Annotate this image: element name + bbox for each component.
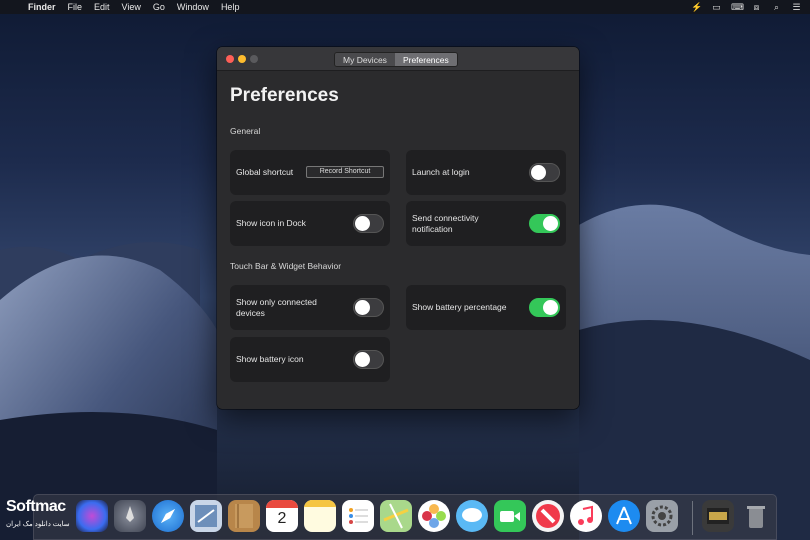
flower-glyph xyxy=(422,504,446,528)
record-shortcut-button[interactable]: Record Shortcut xyxy=(306,166,384,178)
menu-list-icon[interactable]: ☰ xyxy=(791,2,802,12)
title-bar: My Devices Preferences xyxy=(217,47,579,71)
bubble-glyph xyxy=(462,508,482,522)
tab-switcher: My Devices Preferences xyxy=(334,52,458,67)
global-shortcut-label: Global shortcut xyxy=(236,167,294,177)
menu-app-name[interactable]: Finder xyxy=(28,2,56,12)
trash-icon[interactable] xyxy=(740,500,772,532)
menu-file[interactable]: File xyxy=(68,2,83,12)
gear-glyph xyxy=(651,505,673,527)
send-notification-label: Send connectivity notification xyxy=(412,212,479,234)
menu-window[interactable]: Window xyxy=(177,2,209,12)
maps-icon[interactable] xyxy=(380,500,412,532)
app-store-icon[interactable] xyxy=(608,500,640,532)
notes-header xyxy=(304,500,336,507)
watermark-tagline: سایت دانلود مک ایران xyxy=(6,521,70,528)
facetime-icon[interactable] xyxy=(494,500,526,532)
toggle-knob xyxy=(355,216,370,231)
system-preferences-icon[interactable] xyxy=(646,500,678,532)
menu-bar: Finder File Edit View Go Window Help ⚡ ▭… xyxy=(0,0,810,14)
a-glyph xyxy=(616,506,632,525)
zoom-button[interactable] xyxy=(250,55,258,63)
card-show-battery-pct: Show battery percentage xyxy=(406,285,566,330)
launchpad-icon[interactable] xyxy=(114,500,146,532)
menu-edit[interactable]: Edit xyxy=(94,2,110,12)
photos-icon[interactable] xyxy=(418,500,450,532)
show-battery-icon-toggle[interactable] xyxy=(353,350,384,369)
reminders-icon[interactable] xyxy=(342,500,374,532)
menu-view[interactable]: View xyxy=(122,2,141,12)
display-icon[interactable]: ▭ xyxy=(711,2,722,12)
stamp-glyph xyxy=(195,505,217,527)
show-icon-dock-toggle[interactable] xyxy=(353,214,384,233)
airplay-icon[interactable]: ⧈ xyxy=(751,2,762,12)
card-show-icon-dock: Show icon in Dock xyxy=(230,201,390,246)
search-icon[interactable]: ⌕ xyxy=(771,2,782,12)
music-icon[interactable] xyxy=(570,500,602,532)
dock-separator xyxy=(692,501,693,535)
note-glyph xyxy=(578,505,593,525)
downloads-stack-icon[interactable] xyxy=(702,500,734,532)
show-connected-label: Show only connected devices xyxy=(236,296,317,318)
menu-help[interactable]: Help xyxy=(221,2,240,12)
page-title: Preferences xyxy=(230,85,339,106)
calendar-header xyxy=(266,500,298,508)
watermark-brand: Softmac xyxy=(6,498,66,515)
tab-preferences[interactable]: Preferences xyxy=(394,53,457,66)
messages-icon[interactable] xyxy=(456,500,488,532)
mail-stamp-icon[interactable] xyxy=(190,500,222,532)
section-general: General xyxy=(230,126,261,136)
close-button[interactable] xyxy=(226,55,234,63)
show-icon-dock-label: Show icon in Dock xyxy=(236,218,306,228)
notes-icon[interactable] xyxy=(304,500,336,532)
dock: 2 xyxy=(33,494,777,540)
card-global-shortcut: Global shortcut Record Shortcut xyxy=(230,150,390,195)
card-launch-login: Launch at login xyxy=(406,150,566,195)
book-glyph xyxy=(235,504,253,528)
launch-login-label: Launch at login xyxy=(412,167,470,177)
card-send-notification: Send connectivity notification xyxy=(406,201,566,246)
bin-glyph xyxy=(747,506,765,528)
watermark: Softmac سایت دانلود مک ایران xyxy=(0,496,92,540)
show-battery-icon-label: Show battery icon xyxy=(236,354,304,364)
news-glyph xyxy=(536,504,560,528)
stack-glyph xyxy=(707,508,729,524)
minimize-button[interactable] xyxy=(238,55,246,63)
show-battery-pct-label: Show battery percentage xyxy=(412,302,507,312)
toggle-knob xyxy=(543,216,558,231)
calendar-icon[interactable]: 2 xyxy=(266,500,298,532)
card-show-connected: Show only connected devices xyxy=(230,285,390,330)
section-touchbar: Touch Bar & Widget Behavior xyxy=(230,261,342,271)
safari-icon[interactable] xyxy=(152,500,184,532)
camera-glyph xyxy=(500,511,520,522)
menu-go[interactable]: Go xyxy=(153,2,165,12)
launch-login-toggle[interactable] xyxy=(529,163,560,182)
preferences-window: My Devices Preferences Preferences Gener… xyxy=(217,47,579,409)
send-notification-toggle[interactable] xyxy=(529,214,560,233)
calendar-day: 2 xyxy=(277,510,287,527)
list-glyph xyxy=(349,508,368,524)
rocket-glyph xyxy=(126,506,134,522)
compass-glyph xyxy=(160,508,176,524)
map-glyph xyxy=(383,503,409,529)
show-battery-pct-toggle[interactable] xyxy=(529,298,560,317)
toggle-knob xyxy=(355,300,370,315)
tab-my-devices[interactable]: My Devices xyxy=(335,53,395,66)
keyboard-icon[interactable]: ⌨ xyxy=(731,2,744,12)
show-connected-toggle[interactable] xyxy=(353,298,384,317)
news-icon[interactable] xyxy=(532,500,564,532)
bolt-icon[interactable]: ⚡ xyxy=(691,2,702,12)
toggle-knob xyxy=(543,300,558,315)
card-show-battery-icon: Show battery icon xyxy=(230,337,390,382)
toggle-knob xyxy=(355,352,370,367)
contacts-icon[interactable] xyxy=(228,500,260,532)
toggle-knob xyxy=(531,165,546,180)
